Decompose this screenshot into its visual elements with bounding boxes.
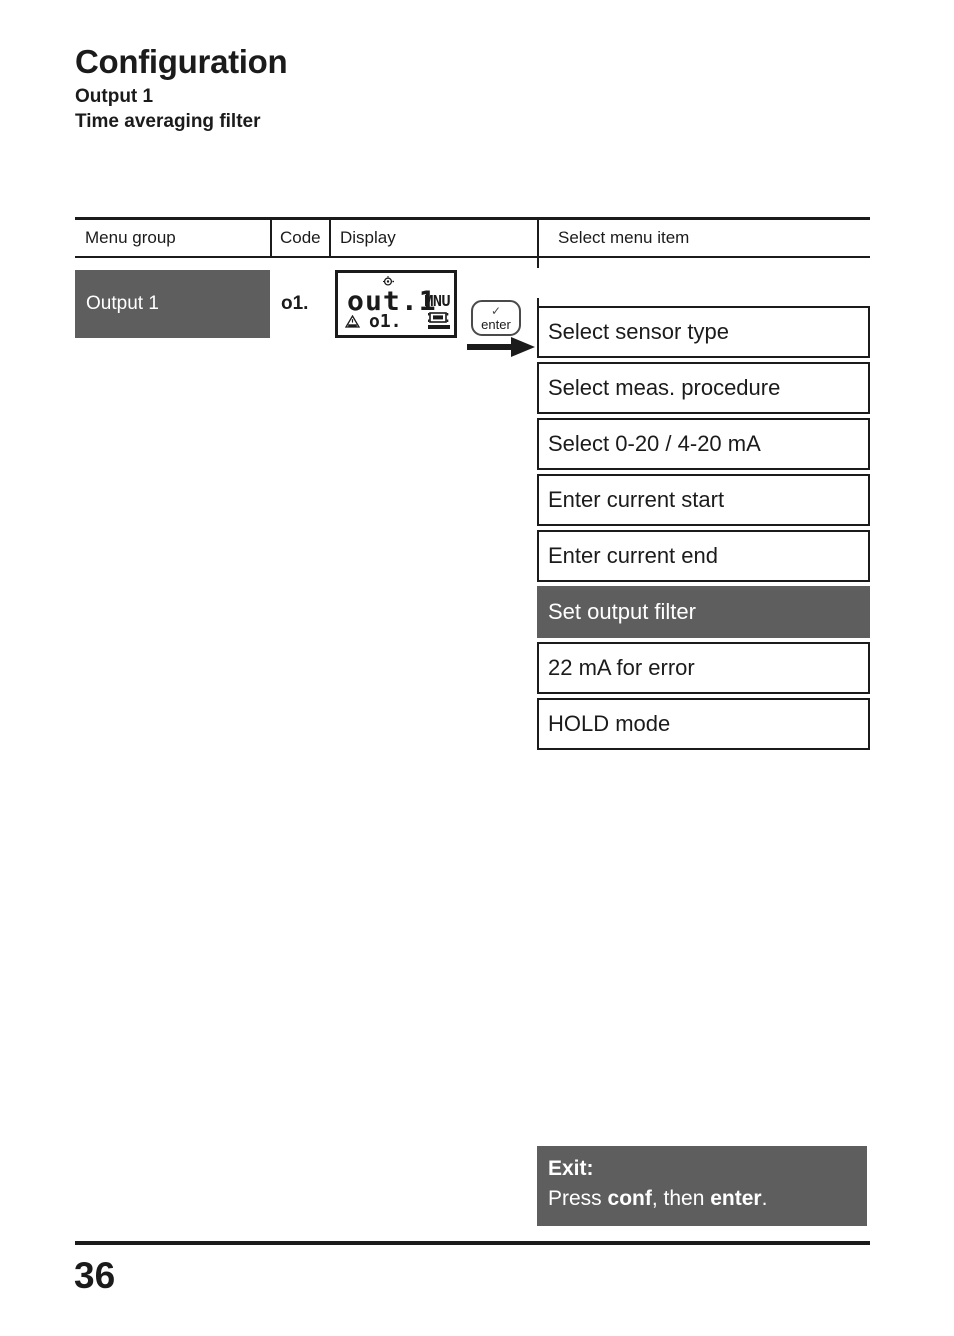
lcd-screen: out.1 MNU o1.: [338, 273, 454, 335]
column-divider-2: [329, 220, 331, 256]
menu-item-label: 22 mA for error: [548, 655, 695, 680]
heading-block: Configuration Output 1 Time averaging fi…: [75, 43, 775, 135]
menu-group-cell: Output 1: [75, 270, 270, 338]
menu-item-select-sensor-type[interactable]: Select sensor type: [537, 306, 870, 358]
page-title: Configuration: [75, 43, 288, 80]
flow-arrow-icon: [467, 337, 535, 357]
page-subtitle-output: Output 1: [75, 85, 154, 107]
exit-instruction-prefix: Press: [548, 1187, 608, 1210]
column-divider-3: [537, 220, 539, 256]
enter-key-button[interactable]: ✓ enter: [471, 300, 521, 336]
menu-item-label: Enter current end: [548, 543, 718, 568]
menu-item-enter-current-end[interactable]: Enter current end: [537, 530, 870, 582]
column-rule-top: [537, 258, 539, 268]
procedure-table: Menu group Code Display Select menu item…: [75, 217, 870, 758]
menu-item-label: Enter current start: [548, 487, 725, 512]
exit-instruction: Press conf, then enter.: [548, 1184, 767, 1214]
menu-group-label: Output 1: [86, 293, 159, 314]
column-header-display: Display: [340, 228, 396, 247]
menu-item-label: Select sensor type: [548, 319, 729, 344]
exit-key-enter: enter: [710, 1187, 762, 1210]
code-value: o1.: [281, 293, 309, 314]
lcd-sub-value: o1.: [369, 311, 402, 332]
exit-title: Exit:: [548, 1157, 594, 1180]
lcd-mode-tag: MNU: [424, 292, 450, 310]
menu-item-label: Select meas. procedure: [548, 375, 781, 400]
exit-instruction-box: Exit: Press conf, then enter.: [537, 1146, 867, 1226]
page-number: 36: [74, 1255, 116, 1296]
table-body: Output 1 o1. out.1 MNU o1. ✓ enter Selec…: [75, 258, 870, 758]
menu-item-22ma-for-error[interactable]: 22 mA for error: [537, 642, 870, 694]
exit-key-conf: conf: [607, 1187, 652, 1210]
menu-item-select-meas-procedure[interactable]: Select meas. procedure: [537, 362, 870, 414]
table-header-row: Menu group Code Display Select menu item: [75, 220, 870, 256]
hold-warning-triangle-icon: [345, 315, 360, 328]
menu-item-set-output-filter[interactable]: Set output filter: [537, 586, 870, 638]
menu-item-select-current-range[interactable]: Select 0-20 / 4-20 mA: [537, 418, 870, 470]
enter-key-label: enter: [481, 317, 511, 332]
exit-instruction-middle: , then: [651, 1187, 711, 1210]
menu-item-list: Select sensor type Select meas. procedur…: [537, 306, 870, 754]
menu-item-hold-mode[interactable]: HOLD mode: [537, 698, 870, 750]
menu-item-label: Set output filter: [548, 599, 696, 624]
menu-item-label: Select 0-20 / 4-20 mA: [548, 431, 761, 456]
code-cell: o1.: [270, 270, 335, 338]
lcd-display: out.1 MNU o1.: [335, 270, 457, 338]
menu-item-label: HOLD mode: [548, 711, 671, 736]
exit-instruction-suffix: .: [761, 1187, 768, 1210]
check-icon: ✓: [490, 304, 502, 318]
column-divider-1: [270, 220, 272, 256]
footer-rule: [75, 1241, 870, 1245]
column-header-code: Code: [280, 228, 321, 247]
menu-item-enter-current-start[interactable]: Enter current start: [537, 474, 870, 526]
lcd-bottom-row: o1.: [338, 312, 454, 332]
column-header-select-menu-item: Select menu item: [558, 228, 690, 247]
meas-manual-icon: [428, 312, 450, 329]
page-subtitle-filter: Time averaging filter: [75, 111, 261, 133]
column-header-menu-group: Menu group: [85, 228, 176, 247]
